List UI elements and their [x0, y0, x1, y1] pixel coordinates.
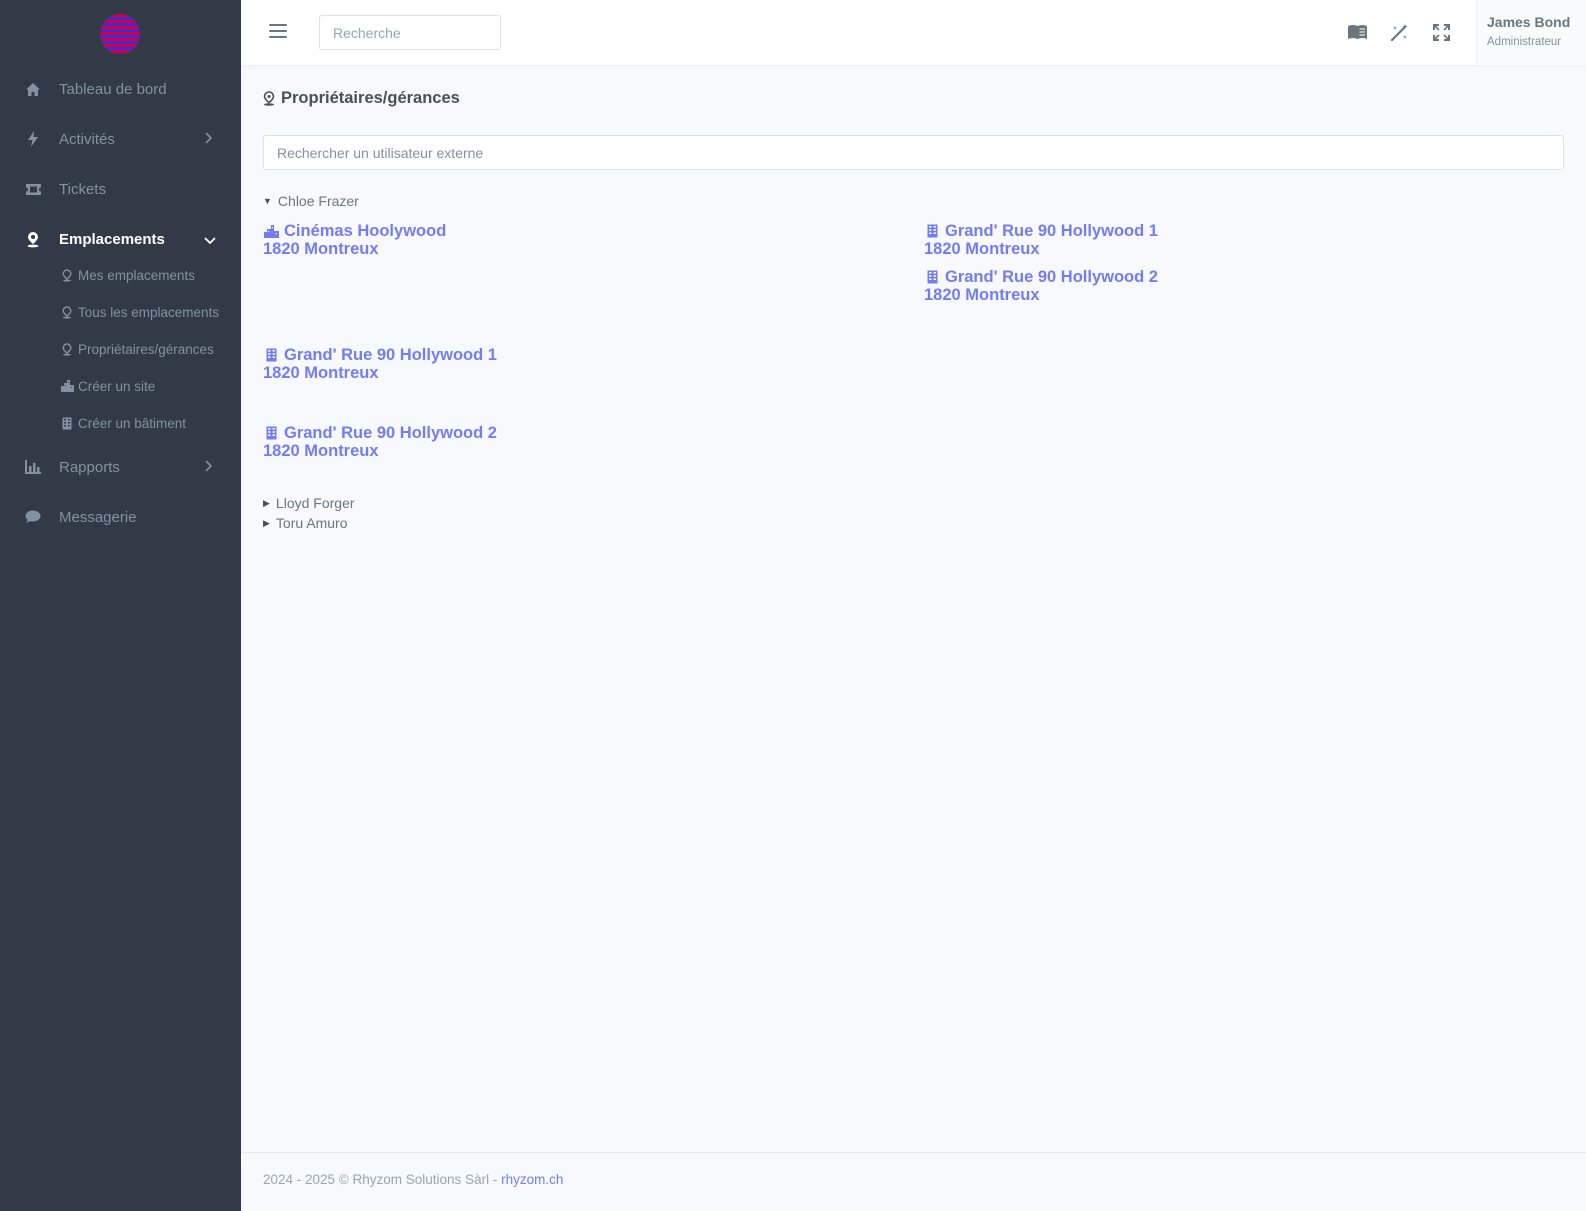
location-pin-icon — [60, 268, 74, 282]
location-pin-icon — [60, 342, 74, 356]
location-city: 1820 Montreux — [263, 364, 379, 382]
city-icon — [60, 380, 74, 392]
menu-toggle-icon[interactable] — [269, 24, 287, 38]
sidebar-item-locations[interactable]: Emplacements — [0, 219, 241, 259]
sidebar-item-label: Rapports — [59, 458, 120, 476]
sidebar-item-activities[interactable]: Activités — [0, 119, 241, 159]
user-menu[interactable]: James Bond Administrateur — [1476, 0, 1586, 65]
building-icon — [924, 270, 940, 284]
location-name: Grand' Rue 90 Hollywood 2 — [945, 268, 1158, 286]
location-name: Grand' Rue 90 Hollywood 1 — [284, 346, 497, 364]
user-name: James Bond — [1487, 14, 1571, 30]
owner-toggle-lloyd-forger[interactable]: ▶ Lloyd Forger — [263, 495, 355, 511]
book-icon[interactable] — [1345, 20, 1369, 44]
magic-wand-icon[interactable] — [1387, 20, 1411, 44]
sidebar: Tableau de bord Activités Tickets Emplac… — [0, 0, 241, 1211]
sidebar-subitem-label: Tous les emplacements — [78, 304, 220, 320]
caret-right-icon: ▶ — [263, 517, 270, 528]
sidebar-item-label: Messagerie — [59, 508, 137, 526]
sidebar-item-label: Emplacements — [59, 230, 165, 248]
sidebar-item-dashboard[interactable]: Tableau de bord — [0, 69, 241, 109]
location-card[interactable]: Grand' Rue 90 Hollywood 1 1820 Montreux — [263, 346, 497, 382]
chevron-right-icon — [204, 131, 213, 147]
sidebar-item-label: Tickets — [59, 180, 106, 198]
owner-name: Toru Amuro — [275, 515, 348, 531]
app-logo[interactable] — [100, 14, 140, 54]
user-role: Administrateur — [1487, 36, 1562, 48]
sidebar-subitem-my-locations[interactable]: Mes emplacements — [60, 263, 195, 287]
location-card[interactable]: Grand' Rue 90 Hollywood 2 1820 Montreux — [924, 268, 1158, 304]
building-icon — [263, 348, 279, 362]
chevron-down-icon — [204, 232, 216, 247]
sidebar-subitem-create-building[interactable]: Créer un bâtiment — [60, 411, 186, 435]
sidebar-subitem-all-locations[interactable]: Tous les emplacements — [60, 300, 219, 324]
chevron-right-icon — [204, 459, 213, 475]
sidebar-subitem-label: Propriétaires/gérances — [78, 341, 214, 357]
sidebar-subitem-label: Créer un site — [78, 378, 156, 394]
ticket-icon — [24, 180, 42, 198]
sidebar-subitem-owners[interactable]: Propriétaires/gérances — [60, 337, 214, 361]
building-icon — [263, 426, 279, 440]
location-card[interactable]: Grand' Rue 90 Hollywood 1 1820 Montreux — [924, 222, 1158, 258]
sidebar-subitem-label: Créer un bâtiment — [78, 415, 187, 431]
location-city: 1820 Montreux — [263, 240, 379, 258]
location-name: Grand' Rue 90 Hollywood 2 — [284, 424, 497, 442]
building-icon — [60, 417, 74, 430]
page-title: Propriétaires/gérances — [263, 89, 460, 108]
footer-text: 2024 - 2025 © Rhyzom Solutions Sàrl - — [263, 1172, 502, 1187]
caret-down-icon: ▼ — [263, 196, 272, 206]
location-card[interactable]: Cinémas Hoolywood 1820 Montreux — [263, 222, 446, 258]
external-user-search-input[interactable] — [263, 135, 1564, 170]
building-icon — [924, 224, 940, 238]
location-name: Grand' Rue 90 Hollywood 1 — [945, 222, 1158, 240]
fullscreen-icon[interactable] — [1429, 20, 1453, 44]
owner-name: Chloe Frazer — [277, 193, 359, 209]
owner-name: Lloyd Forger — [275, 495, 355, 511]
sidebar-item-messaging[interactable]: Messagerie — [0, 497, 241, 537]
search-input[interactable] — [319, 15, 501, 50]
topbar: James Bond Administrateur — [241, 0, 1586, 65]
owner-toggle-toru-amuro[interactable]: ▶ Toru Amuro — [263, 515, 348, 531]
location-card[interactable]: Grand' Rue 90 Hollywood 2 1820 Montreux — [263, 424, 497, 460]
city-icon — [263, 224, 279, 238]
location-pin-icon — [24, 230, 42, 248]
sidebar-item-label: Activités — [59, 130, 115, 148]
sidebar-subitem-create-site[interactable]: Créer un site — [60, 374, 155, 398]
sidebar-subitem-label: Mes emplacements — [78, 267, 196, 283]
sidebar-item-reports[interactable]: Rapports — [0, 447, 241, 487]
footer: 2024 - 2025 © Rhyzom Solutions Sàrl - rh… — [241, 1152, 1586, 1211]
home-icon — [24, 80, 42, 98]
sidebar-item-tickets[interactable]: Tickets — [0, 169, 241, 209]
location-city: 1820 Montreux — [924, 286, 1040, 304]
caret-right-icon: ▶ — [263, 497, 270, 508]
location-pin-icon — [263, 91, 275, 106]
footer-link[interactable]: rhyzom.ch — [501, 1172, 563, 1187]
page-title-text: Propriétaires/gérances — [281, 89, 460, 107]
location-pin-icon — [60, 305, 74, 319]
sidebar-item-label: Tableau de bord — [59, 80, 167, 98]
location-name: Cinémas Hoolywood — [284, 222, 447, 240]
chat-icon — [24, 508, 42, 526]
location-city: 1820 Montreux — [924, 240, 1040, 258]
bolt-icon — [24, 130, 42, 148]
location-city: 1820 Montreux — [263, 442, 379, 460]
owner-toggle-chloe-frazer[interactable]: ▼ Chloe Frazer — [263, 193, 359, 209]
bar-chart-icon — [24, 458, 42, 476]
